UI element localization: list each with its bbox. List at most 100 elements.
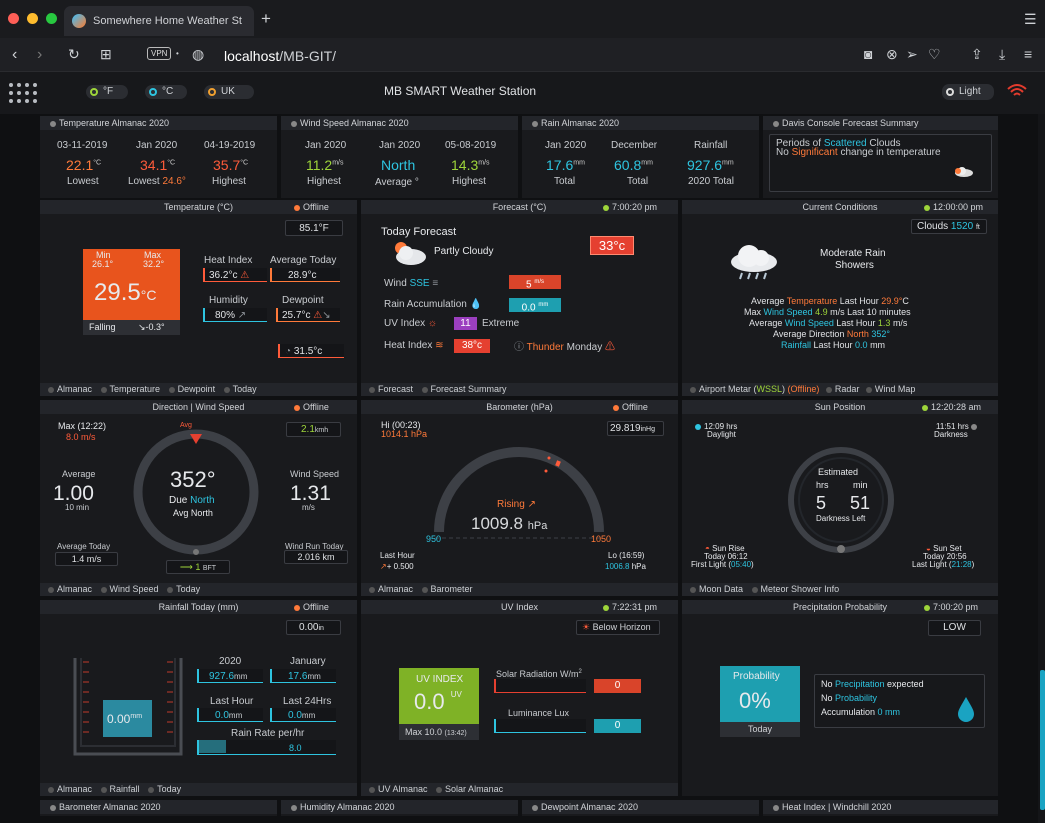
card-title: Temperature Almanac 2020 [59,118,170,128]
highlight: Temperature [786,296,838,306]
unit: ft [975,224,980,231]
send-icon[interactable]: ➢ [906,46,918,62]
current-conditions-card: Current Conditions 12:00:00 pm Clouds 152… [682,200,998,396]
unit-uk-button[interactable]: UK [204,85,254,99]
footer-link-airport-metar[interactable]: Airport Metar (WSSL) (Offline) [690,384,819,394]
unit: m/s [332,159,344,167]
month-label: January [290,656,326,667]
card-title: Barometer (hPa) [486,402,553,412]
card-title: UV Index [500,602,539,612]
card-header: Temperature (°C) Offline [40,200,357,214]
first-light: First Light (05:40) [691,560,754,569]
rainfall-line: Rainfall Last Hour 0.0 mm [781,341,885,350]
footer-link-today[interactable]: Today [167,584,200,594]
menu-grid-icon[interactable] [8,82,40,106]
thermometer-icon: ◔ [285,346,292,357]
precip-line-2: No Probability [821,694,877,703]
card-title: Rain Almanac 2020 [541,118,620,128]
new-tab-icon[interactable]: + [261,10,271,27]
page-scrollbar[interactable] [1038,114,1045,823]
minimize-window-icon[interactable] [27,13,38,24]
highlight: North [846,329,869,339]
camera-icon[interactable]: ◙ [864,46,872,62]
almanac-label: Highest [452,176,486,187]
scrollbar-thumb[interactable] [1040,670,1045,810]
footer-link-almanac[interactable]: Almanac [48,784,92,794]
footer-link-forecast-summary[interactable]: Forecast Summary [421,384,507,394]
wind-compass [132,428,260,556]
value: 0 mm [877,707,901,717]
heat-index-badge: 38°c [454,339,490,353]
last-hour-label: Last Hour [380,551,415,560]
footer-link-today[interactable]: Today [148,784,181,794]
value: 0.0 [521,302,536,314]
card-header: Humidity Almanac 2020 [281,800,518,814]
browser-tab[interactable]: Somewhere Home Weather St [64,6,254,36]
footer-link-almanac[interactable]: Almanac [48,584,92,594]
theme-light-button[interactable]: Light [942,84,994,100]
label: Wind [384,278,407,289]
footer-link-almanac[interactable]: Almanac [369,584,413,594]
link-text: Wind Map [874,384,916,394]
footer-link-uv-almanac[interactable]: UV Almanac [369,784,428,794]
average-today-label: Average Today [270,255,337,266]
card-header: Direction | Wind Speed Offline [40,400,357,414]
beaufort-icon: ⟶ [179,562,193,572]
download-icon[interactable]: ⤓ [999,46,1005,62]
footer-link-temperature[interactable]: Temperature [100,384,160,394]
card-title: Humidity Almanac 2020 [300,802,395,812]
trend-up-icon: ↗ [237,310,247,321]
unit: mm [234,672,248,681]
highlight: Wind Speed [784,318,834,328]
tab-grid-icon[interactable]: ⊞ [100,46,112,62]
rain-almanac-card: Rain Almanac 2020 Jan 2020 December Rain… [522,116,759,198]
footer-link-moon-data[interactable]: Moon Data [690,584,743,594]
unit-celsius-button[interactable]: °C [145,85,187,99]
footer-link-radar[interactable]: Radar [825,384,859,394]
footer-link-meteor-shower[interactable]: Meteor Shower Info [751,584,839,594]
uv-max: Max 10.0 (13:42) [399,724,479,740]
last-hour-value: 0.0mm [197,708,263,722]
avg-direction-line: Average Direction North 352° [773,330,890,339]
text: No [821,679,836,689]
reload-icon[interactable]: ↻ [68,46,80,62]
share-icon[interactable]: ⇪ [971,46,983,62]
value: 0.00 [299,622,319,633]
footer-link-forecast[interactable]: Forecast [369,384,413,394]
label: Rain Accumulation [384,299,467,310]
probability-period: Today [720,722,800,737]
vpn-badge[interactable]: VPN [147,47,172,60]
back-icon[interactable]: ‹ [12,47,17,63]
direction-text: North [190,495,215,506]
tab-menu-icon[interactable]: ☰ [1024,11,1037,27]
footer-link-almanac[interactable]: Almanac [48,384,92,394]
close-window-icon[interactable] [8,13,19,24]
footer-link-barometer[interactable]: Barometer [421,584,473,594]
value-text: 36.2°c [209,270,238,281]
card-footer: Moon Data Meteor Shower Info [682,583,998,596]
unit-fahrenheit-button[interactable]: °F [86,85,128,99]
card-header: UV Index 7:22:31 pm [361,600,678,614]
footer-link-wind-speed[interactable]: Wind Speed [100,584,159,594]
luminance-label: Luminance Lux [508,708,570,718]
maximize-window-icon[interactable] [46,13,57,24]
url-field[interactable]: localhost/MB-GIT/ [224,49,336,63]
footer-link-dewpoint[interactable]: Dewpoint [168,384,215,394]
vpn-dot-icon: • [176,49,179,58]
forward-icon[interactable]: › [37,47,42,63]
footer-link-wind-map[interactable]: Wind Map [865,384,916,394]
precip-level-badge: LOW [928,620,981,636]
footer-link-solar-almanac[interactable]: Solar Almanac [436,784,503,794]
wind-direction: SSE [409,278,430,289]
lo-label: Lo (16:59) [608,551,645,560]
label-text: Solar Radiation W/m [496,669,579,679]
wind-direction-card: Direction | Wind Speed Offline Max (12:22… [40,400,357,596]
heart-icon[interactable]: ♡ [928,46,941,62]
browser-menu-icon[interactable]: ≡ [1024,46,1032,62]
warning-icon: ⚠ [605,342,615,353]
footer-link-rainfall[interactable]: Rainfall [100,784,140,794]
uv-index-value: 0.0 UV [414,691,462,713]
block-icon[interactable]: ⊗ [886,46,898,62]
darkness-label: Darkness [934,430,968,439]
footer-link-today[interactable]: Today [223,384,257,394]
